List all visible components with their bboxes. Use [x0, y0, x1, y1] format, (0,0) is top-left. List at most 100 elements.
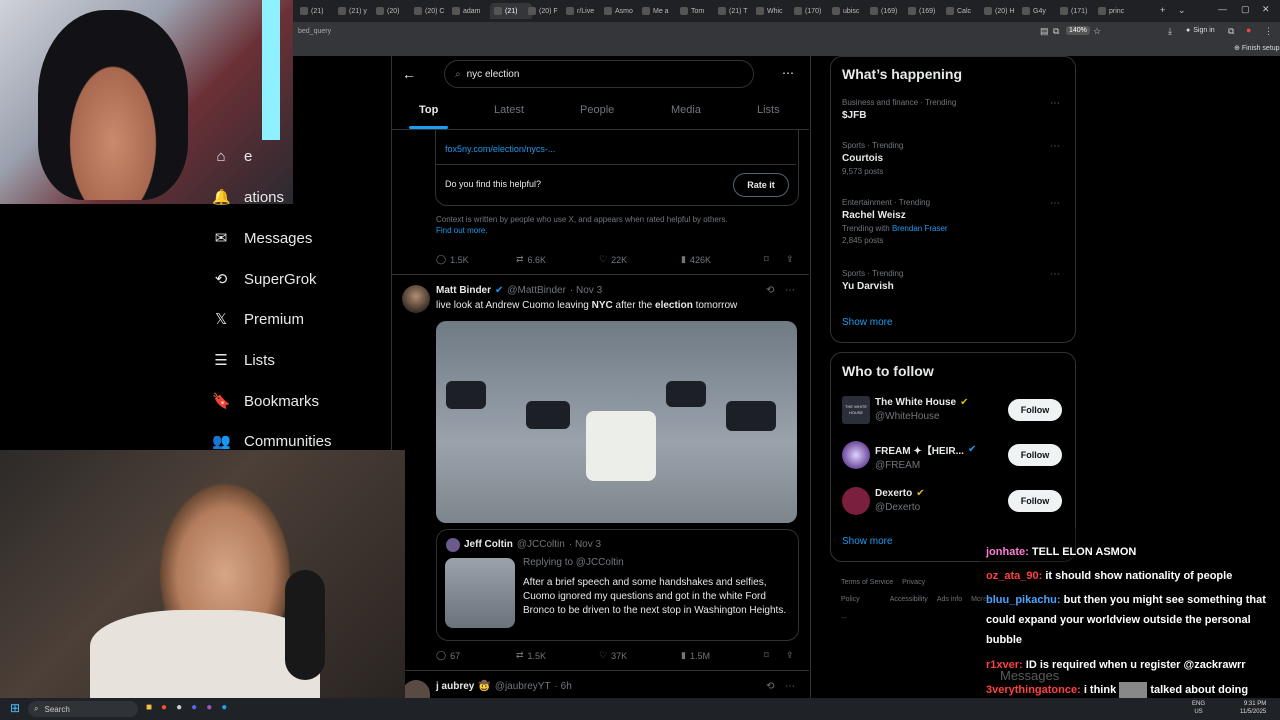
app-icon[interactable]: ●	[221, 702, 227, 713]
browser-tab[interactable]: (21) y	[338, 3, 372, 19]
post-more-icon[interactable]: ⋯	[785, 285, 795, 296]
follow-button[interactable]: Follow	[1008, 399, 1062, 421]
avatar[interactable]	[842, 487, 870, 515]
taskbar-search[interactable]: ⌕ Search	[28, 701, 138, 717]
nav-item-communities[interactable]: 👥 Communities	[212, 432, 332, 451]
trend-more-icon[interactable]: ⋯	[1050, 269, 1060, 280]
tab-media[interactable]: Media	[671, 104, 701, 116]
browser-tab[interactable]: G4y	[1022, 3, 1056, 19]
sign-in-button[interactable]: ● Sign in	[1186, 27, 1215, 34]
share-icon[interactable]: ⇪	[786, 650, 794, 661]
star-icon[interactable]: ☆	[1093, 26, 1101, 37]
repost-button[interactable]: ⇄ 6.6K	[516, 254, 546, 265]
browser-tab[interactable]: (170)	[794, 3, 828, 19]
back-arrow-icon[interactable]: ←	[402, 66, 416, 82]
maximize-icon[interactable]: ▢	[1241, 4, 1250, 15]
language-indicator[interactable]: ENG US	[1192, 700, 1205, 716]
reply-button[interactable]: ◯ 1.5K	[436, 254, 469, 265]
trending-with-link[interactable]: Brendan Fraser	[892, 224, 948, 233]
views-button[interactable]: ▮ 1.5M	[681, 650, 710, 661]
browser-tab[interactable]: (20)	[376, 3, 410, 19]
trend-item[interactable]: Entertainment · Trending Rachel Weisz Tren…	[842, 198, 1064, 245]
browser-tab[interactable]: Tom	[680, 3, 714, 19]
nav-item-bookmarks[interactable]: 🔖 Bookmarks	[212, 392, 319, 411]
browser-tab[interactable]: Me a	[642, 3, 676, 19]
footer-link[interactable]: Ads info	[937, 596, 962, 603]
follow-button[interactable]: Follow	[1008, 444, 1062, 466]
bookmark-icon[interactable]: ⌑	[764, 650, 769, 661]
nav-item-lists[interactable]: ☰ Lists	[212, 351, 275, 370]
grok-icon[interactable]: ⟲	[766, 285, 774, 296]
note-link[interactable]: fox5ny.com/election/nycs-...	[445, 144, 555, 154]
tab-lists[interactable]: Lists	[757, 104, 780, 116]
browser-tab[interactable]: r/Live	[566, 3, 600, 19]
like-button[interactable]: ♡ 22K	[599, 254, 627, 265]
post-image[interactable]	[436, 321, 797, 523]
show-more-trends-link[interactable]: Show more	[842, 317, 893, 328]
new-tab-icon[interactable]: +	[1160, 5, 1165, 15]
browser-tab[interactable]: princ	[1098, 3, 1132, 19]
close-window-icon[interactable]: ✕	[1262, 4, 1270, 15]
extensions-icon[interactable]: ⧉	[1228, 26, 1234, 37]
trend-more-icon[interactable]: ⋯	[1050, 198, 1060, 209]
trend-item[interactable]: Sports · Trending Courtois 9,573 posts ⋯	[842, 141, 1064, 176]
more-options-icon[interactable]: ⋯	[782, 66, 794, 80]
post-more-icon[interactable]: ⋯	[785, 681, 795, 692]
follow-account[interactable]: Dexerto ✔ @Dexerto	[875, 488, 925, 513]
grok-icon[interactable]: ⟲	[766, 681, 774, 692]
minimize-icon[interactable]: —	[1218, 4, 1227, 14]
trend-item[interactable]: Business and finance · Trending $JFB ⋯	[842, 98, 1064, 121]
avatar[interactable]: THE WHITE HOUSE	[842, 396, 870, 424]
chat-username[interactable]: oz_ata_90:	[986, 570, 1042, 582]
nav-item-premium[interactable]: 𝕏 Premium	[212, 310, 304, 329]
reply-button[interactable]: ◯ 67	[436, 650, 460, 661]
reader-icon[interactable]: ▤	[1040, 26, 1049, 37]
share-icon[interactable]: ⇪	[786, 254, 794, 265]
trend-more-icon[interactable]: ⋯	[1050, 98, 1060, 109]
repost-button[interactable]: ⇄ 1.5K	[516, 650, 546, 661]
trend-item[interactable]: Sports · Trending Yu Darvish ⋯	[842, 269, 1064, 292]
url-field[interactable]: bed_query	[298, 28, 331, 35]
find-out-more-link[interactable]: Find out more.	[436, 226, 488, 235]
footer-link[interactable]: Accessibility	[890, 596, 928, 603]
browser-tab[interactable]: (169)	[870, 3, 904, 19]
browser-tab[interactable]: Calc	[946, 3, 980, 19]
nav-item-ations[interactable]: 🔔 ations	[212, 188, 284, 207]
zoom-level[interactable]: 140%	[1066, 26, 1090, 35]
browser-icon[interactable]: ●	[161, 702, 167, 713]
like-button[interactable]: ♡ 37K	[599, 650, 627, 661]
browser-tab[interactable]: Asmo	[604, 3, 638, 19]
browser-tab[interactable]: (21)	[490, 3, 532, 19]
browser-tab[interactable]: (171)	[1060, 3, 1094, 19]
tab-people[interactable]: People	[580, 104, 614, 116]
post-date[interactable]: · Nov 3	[570, 285, 602, 296]
browser-tab[interactable]: Whic	[756, 3, 790, 19]
follow-account[interactable]: The White House ✔ @WhiteHouse	[875, 397, 969, 422]
chat-username[interactable]: 3verythingatonce:	[986, 684, 1081, 696]
clock[interactable]: 9:31 PM 11/5/2025	[1240, 700, 1266, 716]
menu-icon[interactable]: ⋮	[1264, 26, 1273, 37]
folder-icon[interactable]: ■	[146, 702, 152, 713]
author-handle[interactable]: @jaubreyYT	[495, 681, 551, 692]
browser-tab[interactable]: ubisc	[832, 3, 866, 19]
search-input[interactable]: nyc election	[467, 69, 520, 80]
author-name[interactable]: j aubrey	[436, 681, 474, 692]
nav-item-e[interactable]: ⌂ e	[212, 148, 252, 165]
avatar[interactable]	[842, 441, 870, 469]
tab-top[interactable]: Top	[419, 104, 438, 116]
search-box[interactable]: ⌕ nyc election	[444, 60, 754, 88]
tab-list-chevron-icon[interactable]: ⌄	[1178, 5, 1186, 16]
tab-icon[interactable]: ⧉	[1053, 26, 1059, 37]
app-icon[interactable]: ●	[206, 702, 212, 713]
browser-tab[interactable]: adam	[452, 3, 486, 19]
browser-tab[interactable]: (20) C	[414, 3, 448, 19]
views-button[interactable]: ▮ 426K	[681, 254, 711, 265]
post-date[interactable]: · 6h	[555, 681, 572, 692]
windows-start-icon[interactable]: ⊞	[10, 701, 20, 715]
browser-tab[interactable]: (21) T	[718, 3, 752, 19]
chat-username[interactable]: jonhate:	[986, 546, 1029, 558]
notification-icon[interactable]: ●	[1246, 25, 1251, 35]
rate-it-button[interactable]: Rate it	[733, 173, 789, 197]
browser-tab[interactable]: (21)	[300, 3, 334, 19]
download-icon[interactable]: ⤓	[1168, 26, 1172, 37]
